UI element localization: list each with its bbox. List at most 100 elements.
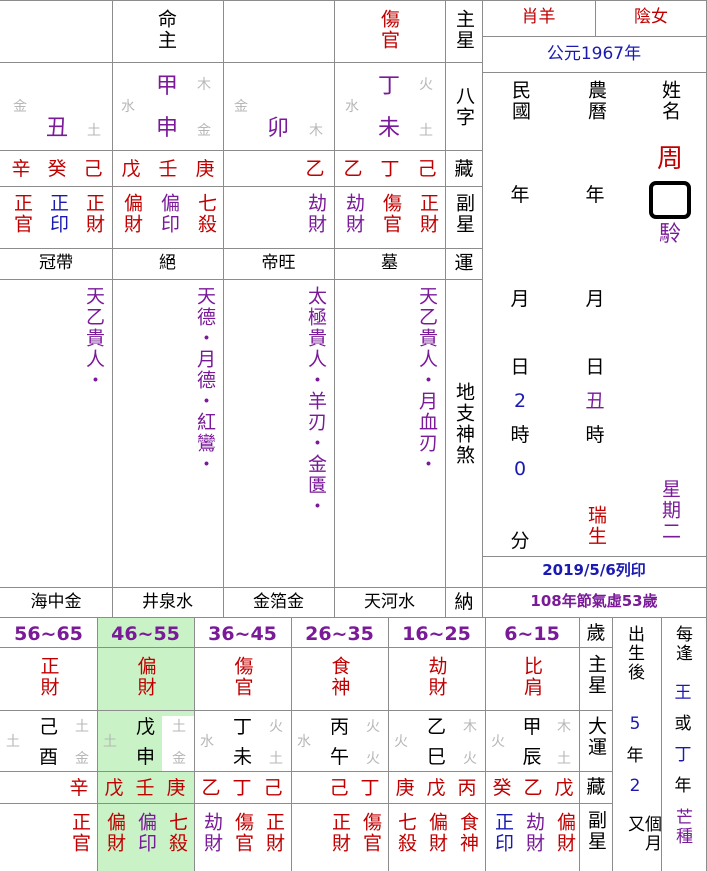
rui-sheng: 瑞生 [585,505,607,547]
dayun-age-range: 26~35 [305,623,374,645]
dayun-age-range: 56~65 [14,623,83,645]
grid-line [112,0,113,617]
fu-xing-label: 副星 [453,193,475,235]
grid-line [334,0,335,617]
dayun-main-star: 比肩 [521,656,543,698]
grid-line [612,617,613,871]
birth-months-label: 個月又 [624,815,661,853]
dayun-age-range: 16~25 [402,623,471,645]
dayun-age-range: 36~45 [208,623,277,645]
element-label: 火 [491,734,505,750]
element-label: 土 [6,734,20,750]
dayun-branch: 未 [232,746,252,768]
dayun-sub-star: 偏財 [426,812,448,854]
dayun-sub-star: 偏印 [135,812,157,854]
sub-star: 正印 [47,193,69,235]
mang-zhong: 芒種 [672,808,692,846]
dayun-branch: 午 [329,746,349,768]
dayun-sub-star: 正財 [329,812,351,854]
dayun-sub-star: 劫財 [201,812,223,854]
dayun-hidden-stem: 壬 [135,777,155,799]
shen-sha: 天德・月德・紅鸞・ [194,286,216,475]
grid-line [0,803,612,804]
grid-line [388,617,389,871]
shen-sha-label: 地支神煞 [453,382,475,466]
grid-line [0,771,612,772]
hidden-name-box [649,181,691,219]
grid-line [0,186,482,187]
dayun-branch: 辰 [522,746,542,768]
grid-line [0,0,707,1]
element-label: 火 [366,719,380,735]
grid-line [291,617,292,871]
dayun-hidden-stem: 己 [329,777,349,799]
day-value: 2 [513,390,527,412]
na-yin: 海中金 [30,592,82,612]
pillar-stem: 丁 [377,74,400,99]
grid-line [0,647,612,648]
hidden-stem: 乙 [343,158,363,180]
element-label: 水 [121,99,135,115]
birth-years: 5 [629,714,641,734]
day-label: 日 [585,356,605,378]
ba-zi-label: 八字 [453,86,475,128]
nongli-label: 農曆 [585,80,607,122]
dayun-sub-star: 偏財 [554,812,576,854]
na-label: 納 [454,591,474,613]
na-yin: 井泉水 [142,592,193,612]
element-label: 火 [419,77,433,93]
grid-line [445,0,446,617]
dayun-main-star: 食神 [328,656,351,698]
dayun-sub-star: 偏財 [104,812,126,854]
grid-line [0,248,482,249]
cang-label: 藏 [454,158,474,180]
dayun-stem: 乙 [426,716,446,738]
dayun-sub-star: 劫財 [523,812,545,854]
hour-value: 0 [513,458,527,480]
year-label: 年 [585,184,605,206]
grid-line [0,279,482,280]
element-label: 土 [87,123,101,139]
dayun-branch: 申 [135,746,155,768]
grid-line [0,587,707,588]
minguo-label: 民國 [509,80,531,122]
sub-star: 劫財 [343,193,365,235]
shang-guan-header: 傷官 [378,9,400,51]
life-stage: 絕 [159,253,176,273]
dayun-hidden-stem: 乙 [201,777,221,799]
day-label: 日 [510,356,530,378]
fu-xing-label: 副星 [585,810,607,852]
dayun-hidden-stem: 己 [263,777,283,799]
dayun-sub-star: 正官 [69,812,91,854]
hidden-stem: 壬 [158,158,178,180]
dayun-main-star: 正財 [37,656,60,698]
nian-label: 年 [674,776,692,796]
dayun-hidden-stem: 丁 [360,777,380,799]
dayun-main-star: 傷官 [231,656,254,698]
element-label: 土 [557,751,571,767]
sub-star: 偏印 [158,193,180,235]
element-label: 金 [197,123,211,139]
dayun-stem: 戊 [135,716,155,738]
element-label: 木 [197,77,211,93]
dayun-age-range: 46~55 [111,623,180,645]
dayun-main-star: 劫財 [425,656,448,698]
dayun-hidden-stem: 辛 [69,777,89,799]
hour-label: 時 [585,424,605,446]
element-label: 火 [463,751,477,767]
sub-star: 正財 [83,193,105,235]
pillar-branch: 申 [155,116,178,141]
dayun-branch: 酉 [38,746,58,768]
surname: 周 [656,144,683,174]
shen-sha: 太極貴人・羊刃・金匱・ [305,286,327,517]
dayun-hidden-stem: 癸 [492,777,512,799]
mei-feng-label: 每逢 [672,625,692,663]
pillar-branch: 卯 [266,116,289,141]
month-label: 月 [585,288,605,310]
hour-label: 時 [510,424,530,446]
hidden-stem: 辛 [11,158,31,180]
name-label: 姓名 [659,80,681,122]
jieqi-age: 108年節氣虛53歲 [530,592,658,610]
grid-line [194,617,195,871]
hidden-stem: 己 [417,158,437,180]
